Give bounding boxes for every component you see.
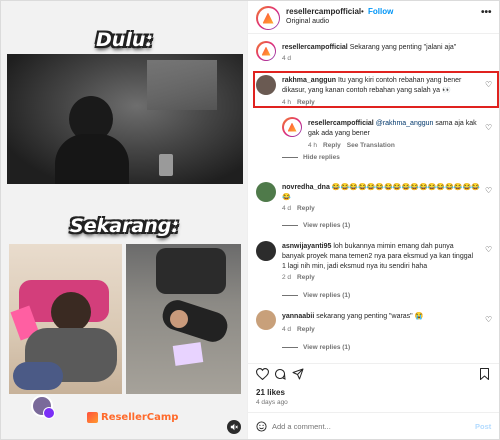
see-translation-button[interactable]: See Translation <box>347 142 395 149</box>
comment-username[interactable]: novredha_dna <box>282 184 330 191</box>
reply-username[interactable]: resellercampofficial <box>308 120 374 127</box>
reply-button[interactable]: Reply <box>297 205 315 212</box>
comment-composer: Post <box>248 412 499 439</box>
brand-logo-icon <box>87 412 98 423</box>
like-comment-heart-icon[interactable]: ♡ <box>485 315 492 324</box>
view-replies-label: View replies (1) <box>303 344 351 351</box>
like-comment-heart-icon[interactable]: ♡ <box>485 123 492 132</box>
heart-icon[interactable] <box>255 368 270 382</box>
author-avatar[interactable] <box>256 6 280 30</box>
photo-present-bed <box>9 244 122 394</box>
more-options-icon[interactable]: ••• <box>481 7 492 18</box>
like-count[interactable]: 21 likes <box>256 388 285 397</box>
reply-button[interactable]: Reply <box>323 142 341 149</box>
divider-line <box>282 347 298 348</box>
hide-replies-label: Hide replies <box>303 154 340 161</box>
comment-time: 4 h <box>282 99 292 106</box>
speaker-muted-icon <box>230 423 238 431</box>
commenter-avatar[interactable] <box>256 241 276 261</box>
comment-input[interactable] <box>272 419 462 433</box>
post-comment-button[interactable]: Post <box>475 422 491 431</box>
comment-icon[interactable] <box>274 368 286 382</box>
caption-time: 4 d <box>282 55 292 62</box>
divider-line <box>282 225 298 226</box>
share-icon[interactable] <box>292 368 304 382</box>
view-replies-button[interactable]: View replies (1) <box>282 344 350 351</box>
caption-text: Sekarang yang penting "jalani aja" <box>349 44 457 51</box>
reply-time: 4 h <box>308 142 318 149</box>
author-username[interactable]: resellercampofficial <box>286 7 361 16</box>
bookmark-icon[interactable] <box>479 368 490 382</box>
view-replies-label: View replies (1) <box>303 222 351 229</box>
mute-button[interactable] <box>227 420 241 434</box>
reply-mention[interactable]: @rakhma_anggun <box>376 120 434 127</box>
divider-line <box>282 295 298 296</box>
reply-avatar[interactable] <box>282 117 302 137</box>
comment-username[interactable]: rakhma_anggun <box>282 77 336 84</box>
post-actions-bar <box>248 363 499 383</box>
comment-time: 4 d <box>282 205 292 212</box>
post-header: resellercampofficial • Follow Original a… <box>248 1 499 34</box>
brand-logo-icon <box>287 122 297 132</box>
emoji-icon[interactable] <box>256 421 267 435</box>
brand-name: ResellerCamp <box>101 412 179 423</box>
reply-button[interactable]: Reply <box>297 99 315 106</box>
separator-dot: • <box>361 7 364 16</box>
caption-avatar[interactable] <box>256 41 276 61</box>
like-comment-heart-icon[interactable]: ♡ <box>485 245 492 254</box>
brand-watermark: ResellerCamp <box>87 412 178 423</box>
brand-logo-icon <box>262 12 274 24</box>
comment-text: sekarang yang penting "waras" 😭 <box>316 313 424 320</box>
comment-time: 2 d <box>282 274 292 281</box>
caption-username[interactable]: resellercampofficial <box>282 44 348 51</box>
like-comment-heart-icon[interactable]: ♡ <box>485 186 492 195</box>
post-timestamp: 4 days ago <box>256 399 288 406</box>
photo-present-floor <box>126 244 241 394</box>
meme-title-past: Dulu: <box>96 29 153 51</box>
post-media[interactable]: Dulu: Sekarang: ResellerCamp <box>1 1 248 439</box>
view-replies-label: View replies (1) <box>303 292 351 299</box>
follow-button[interactable]: Follow <box>368 7 393 16</box>
tagged-user-icon <box>43 407 55 419</box>
instagram-post-view: Dulu: Sekarang: ResellerCamp resellercam… <box>0 0 500 440</box>
comment-username[interactable]: asnwijayanti95 <box>282 243 331 250</box>
like-comment-heart-icon[interactable]: ♡ <box>485 80 492 89</box>
reply-button[interactable]: Reply <box>297 326 315 333</box>
meme-title-present: Sekarang: <box>70 215 179 237</box>
post-details: resellercampofficial • Follow Original a… <box>248 1 499 439</box>
comment-username[interactable]: yannaabii <box>282 313 314 320</box>
divider-line <box>282 157 298 158</box>
commenter-avatar[interactable] <box>256 310 276 330</box>
audio-link[interactable]: Original audio <box>286 18 329 25</box>
hide-replies-button[interactable]: Hide replies <box>282 154 340 161</box>
view-replies-button[interactable]: View replies (1) <box>282 222 350 229</box>
comment-time: 4 d <box>282 326 292 333</box>
photo-past <box>7 54 243 184</box>
reply-button[interactable]: Reply <box>297 274 315 281</box>
commenter-avatar[interactable] <box>256 75 276 95</box>
commenter-avatar[interactable] <box>256 182 276 202</box>
view-replies-button[interactable]: View replies (1) <box>282 292 350 299</box>
brand-logo-icon <box>261 46 271 56</box>
